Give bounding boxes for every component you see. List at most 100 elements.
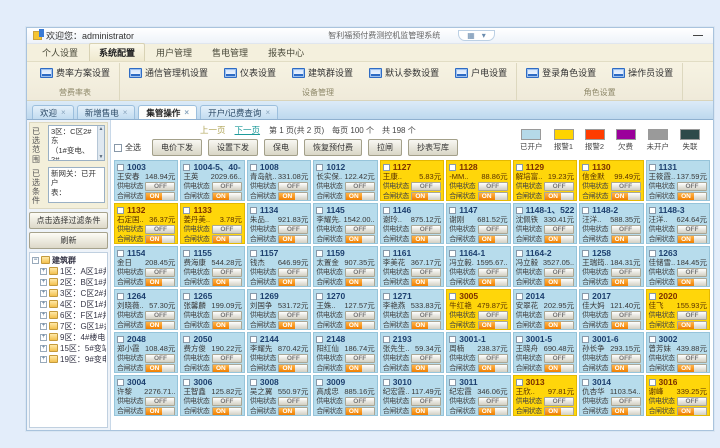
tree-item[interactable]: +9区：4#楼电井（4#… — [32, 332, 106, 343]
supply-status-toggle[interactable]: OFF — [212, 354, 242, 363]
switch-status-toggle[interactable]: ON — [677, 321, 707, 330]
tree-item[interactable]: +1区：A区1#井 — [32, 266, 106, 277]
switch-status-toggle[interactable]: ON — [345, 321, 375, 330]
room-checkbox[interactable] — [582, 250, 589, 257]
room-card[interactable]: 3009高成忠885.16元供电状态OFF合闸状态ON — [313, 375, 377, 416]
tree-item[interactable]: +15区：5#变站（3#… — [32, 343, 106, 354]
room-checkbox[interactable] — [582, 293, 589, 300]
switch-status-toggle[interactable]: ON — [411, 235, 441, 244]
scope-listbox[interactable]: 3区：C区2#东 （1#变电、2# 变电、（联… ▲▼ — [48, 125, 105, 161]
tree-item[interactable]: +7区：G区1#井 — [32, 321, 106, 332]
doc-tab[interactable]: 集管操作× — [138, 105, 197, 119]
supply-status-toggle[interactable]: OFF — [478, 397, 508, 406]
switch-status-toggle[interactable]: ON — [212, 278, 242, 287]
room-card[interactable]: 2193张先生..59.34元供电状态OFF合闸状态ON — [380, 332, 444, 373]
room-checkbox[interactable] — [449, 379, 456, 386]
room-card[interactable]: 1270王姝..127.57元供电状态OFF合闸状态ON — [313, 289, 377, 330]
room-card[interactable]: 1130信金默99.49元供电状态OFF合闸状态ON — [579, 160, 643, 201]
switch-status-toggle[interactable]: ON — [611, 235, 641, 244]
room-card[interactable]: 3004许黎2276.71..供电状态OFF合闸状态ON — [114, 375, 178, 416]
switch-status-toggle[interactable]: ON — [611, 192, 641, 201]
room-card[interactable]: 1128-MM..88.86元供电状态OFF合闸状态ON — [446, 160, 510, 201]
supply-status-toggle[interactable]: OFF — [145, 268, 175, 277]
supply-status-toggle[interactable]: OFF — [677, 182, 707, 191]
expand-icon[interactable]: + — [40, 279, 47, 286]
room-checkbox[interactable] — [383, 293, 390, 300]
supply-status-toggle[interactable]: OFF — [278, 182, 308, 191]
room-card[interactable]: 1148-3汪洋..624.64元供电状态OFF合闸状态ON — [646, 203, 710, 244]
switch-status-toggle[interactable]: ON — [411, 192, 441, 201]
room-checkbox[interactable] — [582, 164, 589, 171]
supply-status-toggle[interactable]: OFF — [544, 397, 574, 406]
grid-icon[interactable]: ▦ — [467, 31, 475, 40]
supply-status-toggle[interactable]: OFF — [677, 311, 707, 320]
switch-status-toggle[interactable]: ON — [212, 321, 242, 330]
room-checkbox[interactable] — [183, 293, 190, 300]
room-card[interactable]: 1161李美花367.17元供电状态OFF合闸状态ON — [380, 246, 444, 287]
switch-status-toggle[interactable]: ON — [278, 192, 308, 201]
supply-status-toggle[interactable]: OFF — [677, 225, 707, 234]
room-card[interactable]: 1157钱杰646.99元供电状态OFF合闸状态ON — [247, 246, 311, 287]
toolbar-button[interactable]: 恢复预付费 — [304, 139, 362, 156]
switch-status-toggle[interactable]: ON — [544, 364, 574, 373]
refresh-button[interactable]: 刷新 — [29, 232, 108, 249]
room-checkbox[interactable] — [449, 164, 456, 171]
tree-item[interactable]: +2区：B区1#井/B区1… — [32, 277, 106, 288]
room-checkbox[interactable] — [117, 379, 124, 386]
toolbar-button[interactable]: 保电 — [264, 139, 298, 156]
switch-status-toggle[interactable]: ON — [411, 321, 441, 330]
select-all-checkbox[interactable] — [114, 144, 122, 152]
supply-status-toggle[interactable]: OFF — [145, 182, 175, 191]
room-card[interactable]: 1271李艳燕533.83元供电状态OFF合闸状态ON — [380, 289, 444, 330]
supply-status-toggle[interactable]: OFF — [411, 268, 441, 277]
doc-tab[interactable]: 欢迎× — [32, 105, 74, 119]
room-checkbox[interactable] — [649, 293, 656, 300]
tree-root[interactable]: − 建筑群 — [32, 255, 106, 266]
room-card[interactable]: 3016谢峰339.25元供电状态OFF合闸状态ON — [646, 375, 710, 416]
supply-status-toggle[interactable]: OFF — [544, 268, 574, 277]
supply-status-toggle[interactable]: OFF — [411, 354, 441, 363]
switch-status-toggle[interactable]: ON — [345, 407, 375, 416]
room-card[interactable]: 1004-5、40-王英2029.66..供电状态OFF合闸状态ON — [180, 160, 244, 201]
supply-status-toggle[interactable]: OFF — [212, 397, 242, 406]
supply-status-toggle[interactable]: OFF — [345, 268, 375, 277]
room-checkbox[interactable] — [649, 336, 656, 343]
switch-status-toggle[interactable]: ON — [212, 192, 242, 201]
ribbon-button[interactable]: 默认参数设置 — [367, 65, 441, 80]
switch-status-toggle[interactable]: ON — [411, 407, 441, 416]
room-card[interactable]: 1012长实保..122.42元供电状态OFF合闸状态ON — [313, 160, 377, 201]
room-card[interactable]: 3001-5王晓舟690.48元供电状态OFF合闸状态ON — [513, 332, 577, 373]
switch-status-toggle[interactable]: ON — [278, 407, 308, 416]
switch-status-toggle[interactable]: ON — [345, 235, 375, 244]
supply-status-toggle[interactable]: OFF — [544, 311, 574, 320]
expand-icon[interactable]: + — [40, 268, 47, 275]
room-checkbox[interactable] — [649, 379, 656, 386]
room-checkbox[interactable] — [316, 164, 323, 171]
ribbon-button[interactable]: 操作员设置 — [610, 65, 675, 80]
room-checkbox[interactable] — [316, 293, 323, 300]
room-checkbox[interactable] — [250, 336, 257, 343]
expand-icon[interactable]: + — [40, 301, 47, 308]
room-checkbox[interactable] — [183, 379, 190, 386]
supply-status-toggle[interactable]: OFF — [411, 225, 441, 234]
tree-item[interactable]: +6区：F区1#井（F区… — [32, 310, 106, 321]
room-checkbox[interactable] — [250, 164, 257, 171]
room-card[interactable]: 1265张馨麟199.09元供电状态OFF合闸状态ON — [180, 289, 244, 330]
switch-status-toggle[interactable]: ON — [145, 192, 175, 201]
tree-item[interactable]: +4区：D区1#井（D区… — [32, 299, 106, 310]
room-checkbox[interactable] — [117, 250, 124, 257]
ribbon-button[interactable]: 仪表设置 — [222, 65, 278, 80]
ribbon-button[interactable]: 建筑群设置 — [290, 65, 355, 80]
room-checkbox[interactable] — [516, 336, 523, 343]
room-checkbox[interactable] — [183, 250, 190, 257]
switch-status-toggle[interactable]: ON — [677, 364, 707, 373]
doc-tab[interactable]: 新增售电× — [77, 105, 136, 119]
room-checkbox[interactable] — [516, 207, 523, 214]
room-card[interactable]: 2020佳飞155.93元供电状态OFF合闸状态ON — [646, 289, 710, 330]
room-card[interactable]: 3001-1周楠238.37元供电状态OFF合闸状态ON — [446, 332, 510, 373]
select-filter-button[interactable]: 点击选择过滤条件 — [29, 212, 108, 229]
supply-status-toggle[interactable]: OFF — [611, 182, 641, 191]
switch-status-toggle[interactable]: ON — [611, 407, 641, 416]
expand-icon[interactable]: + — [40, 356, 47, 363]
toolbar-button[interactable]: 拉闸 — [368, 139, 402, 156]
